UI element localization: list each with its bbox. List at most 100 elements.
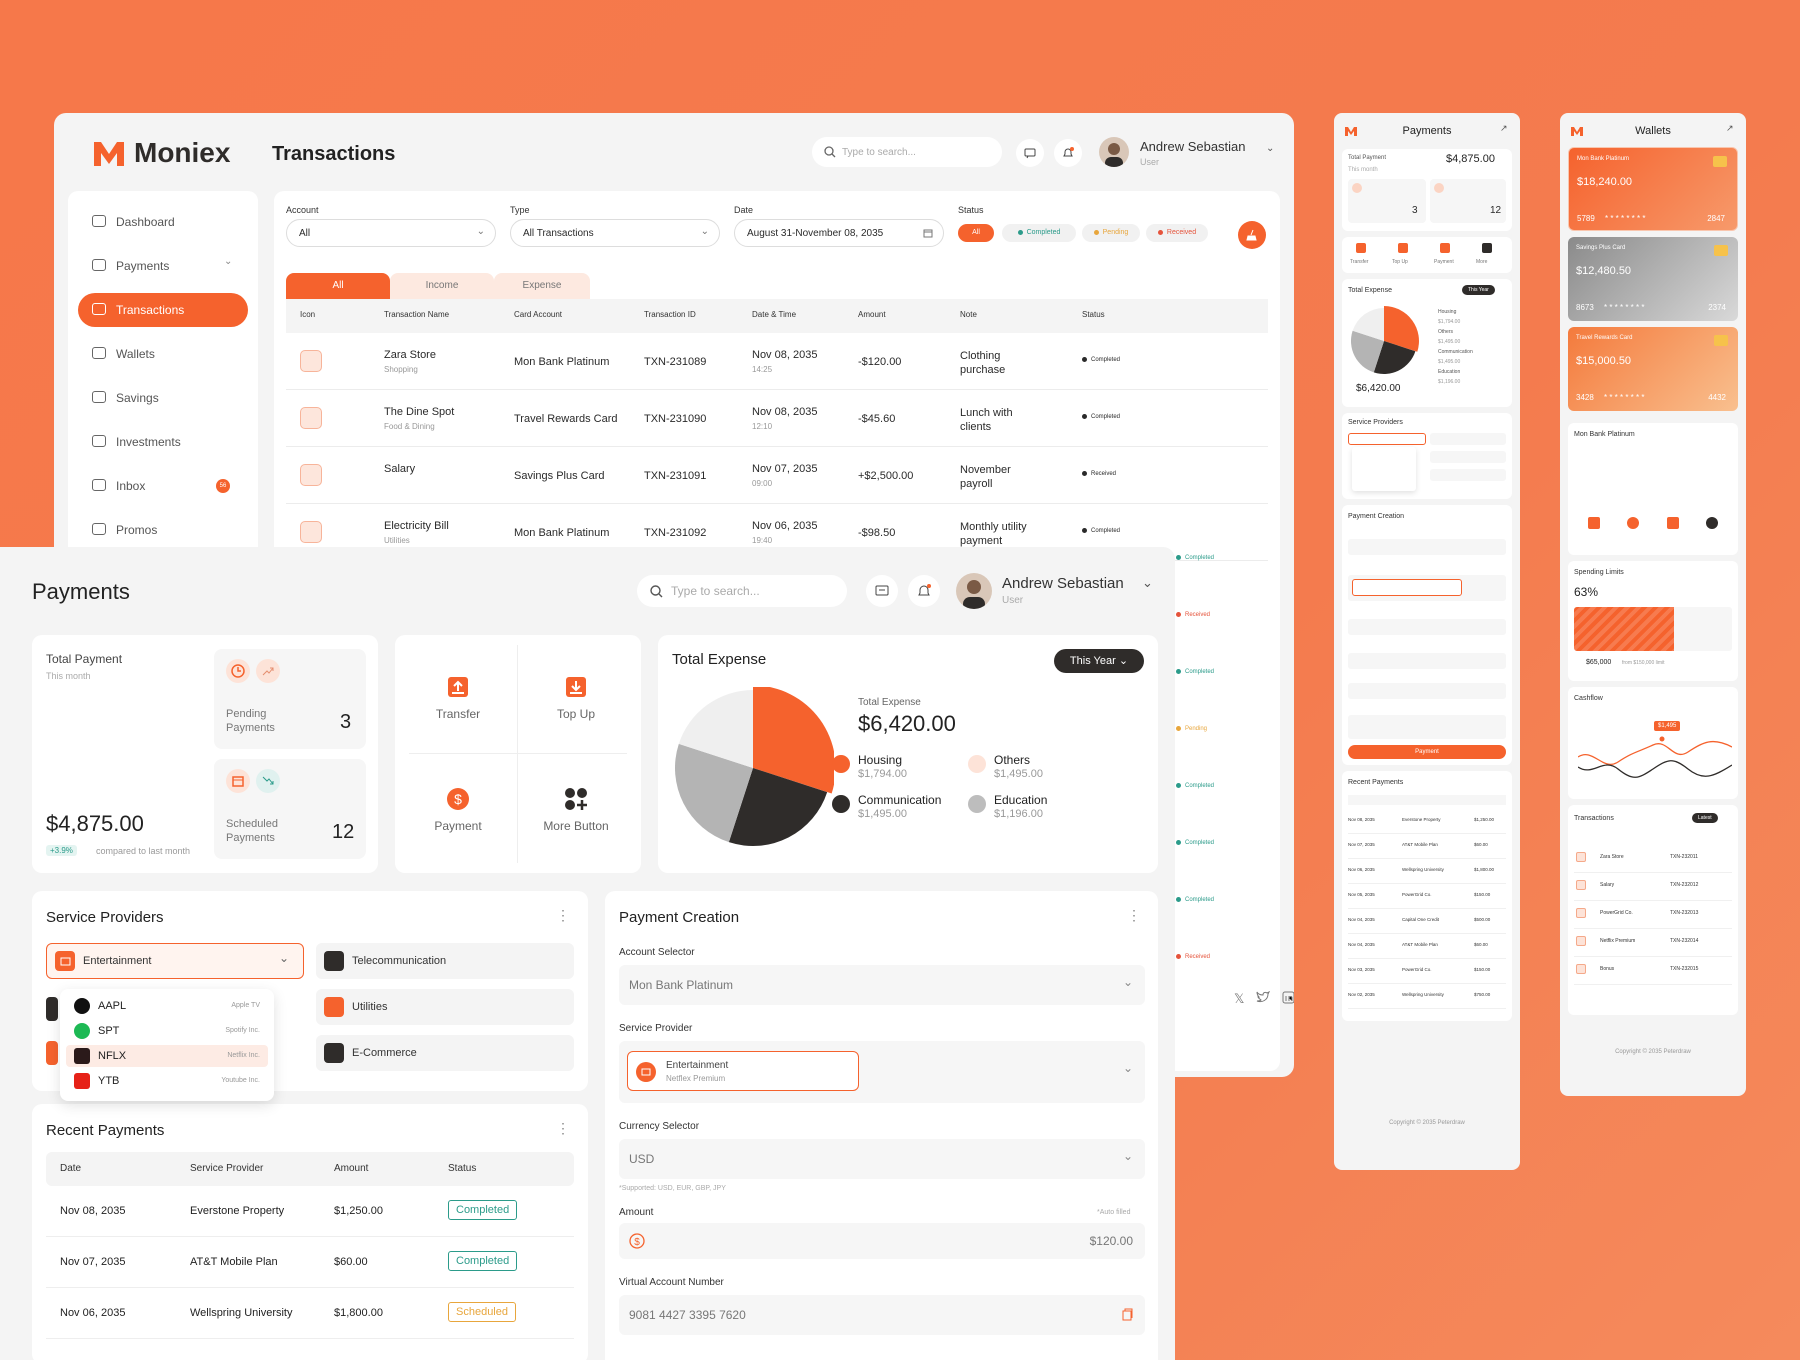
status-pending-chip[interactable]: Pending [1082,224,1140,242]
mobile-provider-tile[interactable] [1430,469,1506,481]
type-select[interactable]: All Transactions ⌄ [510,219,720,247]
table-row[interactable]: Salary Savings Plus Card TXN-231091 Nov 07,… [286,447,1268,504]
column-header[interactable]: Amount [858,310,886,319]
chevron-down-icon[interactable]: ⌄ [1266,143,1274,154]
mobile-recent-row[interactable]: Nov 04, 2035 Capital One Credit $500.00 [1348,909,1506,934]
wallet-card[interactable]: Travel Rewards Card $15,000.50 3428 * * * *… [1568,327,1738,411]
status-all-chip[interactable]: All [958,224,994,242]
mobile-note-field[interactable] [1348,715,1506,739]
dropdown-option[interactable]: SPT Spotify Inc. [66,1020,268,1042]
mobile-provider-tile[interactable] [1430,451,1506,463]
sidebar-item-promos[interactable]: Promos [78,513,248,547]
mobile-action-icon[interactable] [1398,243,1408,253]
payment-button[interactable]: $ Payment [405,787,511,847]
payments-search-input[interactable]: Type to search... [637,575,847,607]
sidebar-item-inbox[interactable]: Inbox 56 [78,469,248,503]
provider-entertainment-select[interactable]: Entertainment ⌄ [46,943,304,979]
sidebar-item-savings[interactable]: Savings [78,381,248,415]
mobile-action-icon[interactable] [1356,243,1366,253]
provider-utilities[interactable]: Utilities [316,989,574,1025]
download-icon[interactable] [1666,517,1679,529]
mobile-provider-field[interactable] [1348,575,1506,601]
virtual-account-input[interactable]: 9081 4427 3395 7620 [619,1295,1145,1335]
mobile-tx-row[interactable]: Zara Store TXN-232011 [1574,845,1732,873]
expense-period-select[interactable]: This Year ⌄ [1054,649,1144,673]
currency-selector[interactable]: USD ⌄ [619,1139,1145,1179]
search-input[interactable]: Type to search... [812,137,1002,167]
tab-expense[interactable]: Expense [494,273,590,299]
dropdown-option[interactable]: NFLX Netflix Inc. [66,1045,268,1067]
tab-all[interactable]: All [286,273,390,299]
more-options-icon[interactable]: ⋮ [556,907,570,924]
amount-input[interactable]: $ $120.00 [619,1223,1145,1259]
more-options-icon[interactable]: ⋮ [556,1120,570,1137]
mobile-expense-filter[interactable]: This Year [1462,285,1495,295]
mobile-provider-tile[interactable] [1430,433,1506,445]
mobile-account-field[interactable] [1348,539,1506,555]
dropdown-option[interactable]: AAPL Apple TV [66,995,268,1017]
column-header[interactable]: Transaction Name [384,310,449,319]
pending-payments-tile[interactable]: Pending Payments 3 [214,649,366,749]
mobile-amount-field[interactable] [1348,653,1506,669]
expand-icon[interactable]: ↗ [1726,123,1734,134]
more-options-icon[interactable]: ⋮ [1127,907,1141,924]
column-header[interactable]: Note [960,310,977,319]
tab-income[interactable]: Income [390,273,494,299]
mobile-recent-row[interactable]: Nov 05, 2035 PowerGrid Co. $150.00 [1348,884,1506,909]
wallet-card[interactable]: Mon Bank Platinum $18,240.00 5789 * * * * *… [1568,147,1738,231]
x-icon[interactable]: 𝕏 [1234,991,1244,1007]
column-header[interactable]: Transaction ID [644,310,696,319]
upload-icon[interactable] [1587,517,1600,529]
sidebar-item-dashboard[interactable]: Dashboard [78,205,248,239]
column-header[interactable]: Service Provider [190,1163,263,1174]
column-header[interactable]: Amount [334,1163,368,1174]
column-header[interactable]: Status [448,1163,476,1174]
user-avatar[interactable] [1099,137,1129,167]
mobile-tx-row[interactable]: PowerGrid Co. TXN-232013 [1574,901,1732,929]
mobile-tx-row[interactable]: Bonus TXN-232015 [1574,957,1732,985]
column-header[interactable]: Status [1082,310,1105,319]
grid-plus-icon[interactable] [1706,517,1719,529]
sidebar-item-wallets[interactable]: Wallets [78,337,248,371]
account-select[interactable]: All ⌄ [286,219,496,247]
table-row[interactable]: Nov 06, 2035 Wellspring University $1,800.… [46,1288,574,1339]
wallet-card[interactable]: Savings Plus Card $12,480.50 8673 * * * * *… [1568,237,1738,321]
mobile-recent-row[interactable]: Nov 08, 2035 Everstone Property $1,250.00 [1348,809,1506,834]
table-row[interactable]: The Dine Spot Food & Dining Travel Rewards… [286,390,1268,447]
brand-logo[interactable]: Moniex [92,137,230,169]
mobile-recent-row[interactable]: Nov 06, 2035 Wellspring University $1,800.… [1348,859,1506,884]
service-provider-selector[interactable]: Entertainment Netflex Premium ⌄ [619,1041,1145,1103]
mobile-tx-filter[interactable]: Latest [1692,813,1718,823]
chevron-down-icon[interactable]: ⌄ [1142,575,1153,591]
mobile-tx-row[interactable]: Netflix Premium TXN-232014 [1574,929,1732,957]
mobile-action-icon[interactable] [1482,243,1492,253]
column-header[interactable]: Date [60,1163,81,1174]
mobile-pending-tile[interactable]: 3 [1348,179,1426,223]
expand-icon[interactable]: ↗ [1500,123,1508,134]
mobile-recent-row[interactable]: Nov 03, 2035 PowerGrid Co. $150.00 [1348,959,1506,984]
sidebar-item-investments[interactable]: Investments [78,425,248,459]
column-header[interactable]: Card Account [514,310,562,319]
top-up-button[interactable]: Top Up [523,675,629,735]
mobile-action-icon[interactable] [1440,243,1450,253]
status-received-chip[interactable]: Received [1146,224,1208,242]
notification-button[interactable] [908,575,940,607]
chat-button[interactable] [1016,139,1044,167]
mobile-recent-row[interactable]: Nov 07, 2035 AT&T Mobile Plan $60.00 [1348,834,1506,859]
transfer-button[interactable]: Transfer [405,675,511,735]
more-button[interactable]: More Button [523,787,629,847]
linkedin-icon[interactable] [1282,991,1294,1004]
column-header[interactable]: Icon [300,310,315,319]
account-selector[interactable]: Mon Bank Platinum ⌄ [619,965,1145,1005]
twitter-icon[interactable] [1256,991,1271,1003]
sidebar-item-transactions[interactable]: Transactions [78,293,248,327]
table-row[interactable]: Zara Store Shopping Mon Bank Platinum TXN-2… [286,333,1268,390]
dollar-icon[interactable] [1627,517,1640,529]
copy-icon[interactable] [1122,1308,1133,1321]
user-avatar[interactable] [956,573,992,609]
status-completed-chip[interactable]: Completed [1002,224,1076,242]
provider-telecommunication[interactable]: Telecommunication [316,943,574,979]
scheduled-payments-tile[interactable]: Scheduled Payments 12 [214,759,366,859]
provider-e-commerce[interactable]: E-Commerce [316,1035,574,1071]
mobile-scheduled-tile[interactable]: 12 [1430,179,1506,223]
